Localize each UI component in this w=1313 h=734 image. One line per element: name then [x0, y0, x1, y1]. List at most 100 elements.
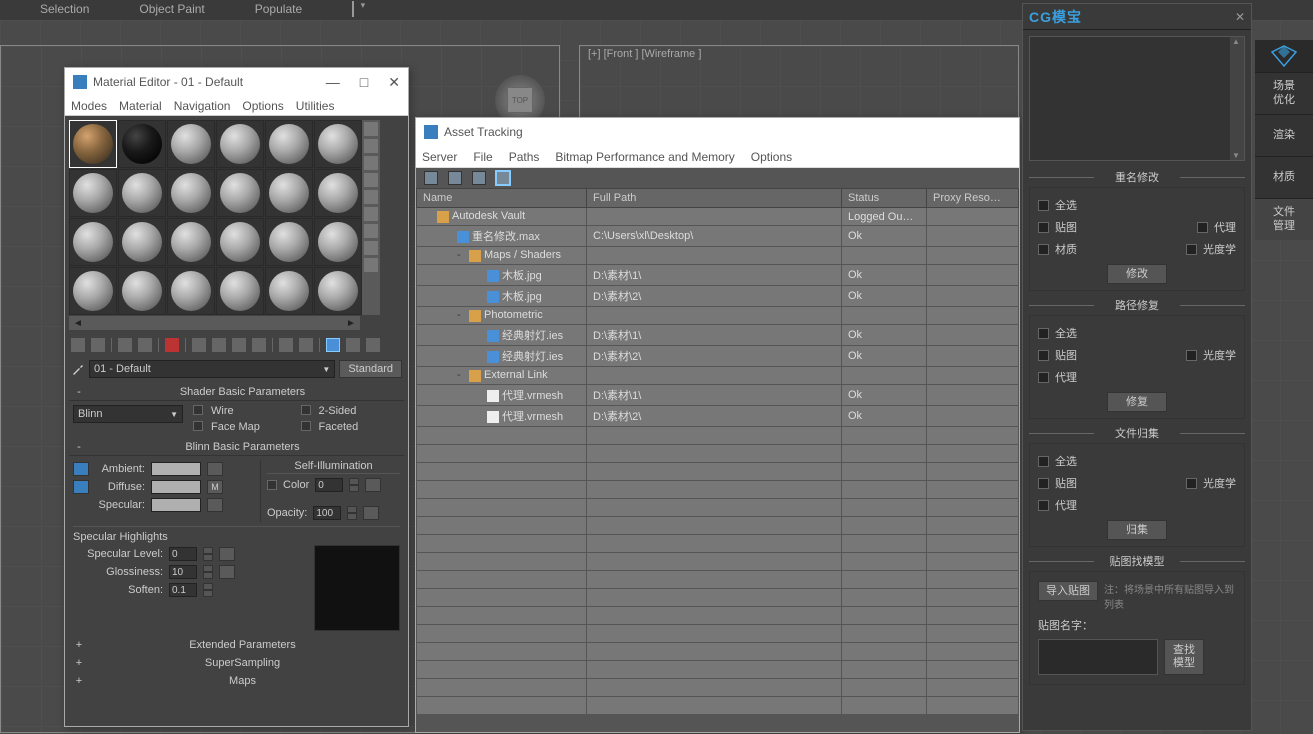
menu-options[interactable]: Options — [751, 150, 792, 164]
material-sample[interactable] — [314, 267, 362, 315]
material-sample[interactable] — [216, 169, 264, 217]
material-sample[interactable] — [216, 267, 264, 315]
get-material-icon[interactable] — [71, 338, 85, 352]
material-sample[interactable] — [167, 120, 215, 168]
cg-preview-scrollbar[interactable] — [1230, 37, 1244, 160]
diffuse-swatch[interactable] — [151, 480, 201, 494]
spinner-up[interactable] — [203, 547, 213, 554]
table-row[interactable]: -External Link — [417, 367, 1019, 385]
material-sample[interactable] — [265, 218, 313, 266]
eyedropper-icon[interactable] — [71, 362, 85, 376]
material-sample[interactable] — [216, 218, 264, 266]
spinner-down[interactable] — [203, 554, 213, 561]
spinner-up[interactable] — [347, 506, 357, 513]
rename-texture-checkbox[interactable] — [1038, 222, 1049, 233]
maps-rollout-header[interactable]: + Maps — [69, 673, 404, 689]
make-preview-icon[interactable] — [364, 207, 378, 221]
table-row[interactable]: -Maps / Shaders — [417, 247, 1019, 265]
make-unique-icon[interactable] — [212, 338, 226, 352]
material-type-button[interactable]: Standard — [339, 360, 402, 378]
import-texture-button[interactable]: 导入贴图 — [1038, 581, 1098, 601]
pathfix-all-checkbox[interactable] — [1038, 328, 1049, 339]
material-sample[interactable] — [216, 120, 264, 168]
go-to-parent-icon[interactable] — [326, 338, 340, 352]
table-row[interactable]: 木板.jpgD:\素材\1\Ok — [417, 265, 1019, 286]
rename-button[interactable]: 修改 — [1107, 264, 1167, 284]
material-id-icon[interactable] — [252, 338, 266, 352]
sample-type-icon[interactable] — [364, 122, 378, 136]
go-forward-icon[interactable] — [346, 338, 360, 352]
menu-modes[interactable]: Modes — [71, 99, 107, 113]
maximize-button[interactable]: □ — [360, 74, 368, 91]
col-name[interactable]: Name — [417, 189, 587, 208]
two-sided-checkbox[interactable] — [301, 405, 311, 415]
specular-map-button[interactable] — [207, 498, 223, 512]
table-row[interactable]: 代理.vrmeshD:\素材\2\Ok — [417, 406, 1019, 427]
supersampling-rollout-header[interactable]: + SuperSampling — [69, 655, 404, 671]
menu-options[interactable]: Options — [242, 99, 283, 113]
spinner-down[interactable] — [203, 572, 213, 579]
table-row[interactable]: 木板.jpgD:\素材\2\Ok — [417, 286, 1019, 307]
put-to-library-icon[interactable] — [232, 338, 246, 352]
material-sample[interactable] — [265, 267, 313, 315]
table-view-icon[interactable] — [496, 171, 510, 185]
extended-rollout-header[interactable]: + Extended Parameters — [69, 637, 404, 653]
material-sample[interactable] — [118, 267, 166, 315]
col-proxy[interactable]: Proxy Reso… — [927, 189, 1019, 208]
menu-navigation[interactable]: Navigation — [174, 99, 231, 113]
opacity-spinner[interactable]: 100 — [313, 506, 341, 520]
menu-populate[interactable]: Populate — [255, 2, 302, 16]
tab-render[interactable]: 渲染 — [1255, 114, 1313, 156]
material-map-nav-icon[interactable] — [364, 258, 378, 272]
uv-tiling-icon[interactable] — [364, 173, 378, 187]
show-end-result-icon[interactable] — [299, 338, 313, 352]
viewport-label[interactable]: [+] [Front ] [Wireframe ] — [588, 48, 701, 60]
menu-paths[interactable]: Paths — [509, 150, 540, 164]
material-sample[interactable] — [69, 267, 117, 315]
pathfix-texture-checkbox[interactable] — [1038, 350, 1049, 361]
plugin-logo-icon[interactable] — [1255, 40, 1313, 72]
list-view-icon[interactable] — [472, 171, 486, 185]
menu-server[interactable]: Server — [422, 150, 457, 164]
scroll-left-icon[interactable]: ◄ — [73, 318, 83, 329]
specular-level-spinner[interactable]: 0 — [169, 547, 197, 561]
specular-swatch[interactable] — [151, 498, 201, 512]
background-icon[interactable] — [364, 156, 378, 170]
table-row[interactable]: Autodesk VaultLogged Ou… — [417, 208, 1019, 226]
archive-button[interactable]: 归集 — [1107, 520, 1167, 540]
rename-material-checkbox[interactable] — [1038, 244, 1049, 255]
color-checkbox[interactable] — [267, 480, 277, 490]
table-row[interactable]: 经典射灯.iesD:\素材\2\Ok — [417, 346, 1019, 367]
material-sample[interactable] — [167, 169, 215, 217]
material-sample[interactable] — [69, 169, 117, 217]
refresh-icon[interactable] — [424, 171, 438, 185]
archive-all-checkbox[interactable] — [1038, 456, 1049, 467]
spinner-up[interactable] — [349, 478, 359, 485]
mail-icon[interactable] — [352, 2, 354, 16]
reset-map-icon[interactable] — [138, 338, 152, 352]
video-check-icon[interactable] — [364, 190, 378, 204]
shader-rollout-header[interactable]: - Shader Basic Parameters — [69, 384, 404, 400]
soften-spinner[interactable]: 0.1 — [169, 583, 197, 597]
menu-file[interactable]: File — [473, 150, 492, 164]
material-sample[interactable] — [118, 218, 166, 266]
material-sample-1[interactable] — [69, 120, 117, 168]
backlight-icon[interactable] — [364, 139, 378, 153]
wire-checkbox[interactable] — [193, 405, 203, 415]
table-row[interactable]: 经典射灯.iesD:\素材\1\Ok — [417, 325, 1019, 346]
shader-type-dropdown[interactable]: Blinn▼ — [73, 405, 183, 423]
close-button[interactable]: ✕ — [388, 74, 400, 91]
material-name-dropdown[interactable]: 01 - Default▼ — [89, 360, 335, 378]
self-illum-map-button[interactable] — [365, 478, 381, 492]
tab-material[interactable]: 材质 — [1255, 156, 1313, 198]
rename-photometric-checkbox[interactable] — [1186, 244, 1197, 255]
rename-all-checkbox[interactable] — [1038, 200, 1049, 211]
archive-photometric-checkbox[interactable] — [1186, 478, 1197, 489]
material-sample[interactable] — [167, 267, 215, 315]
glossiness-spinner[interactable]: 10 — [169, 565, 197, 579]
minimize-button[interactable]: — — [326, 74, 340, 91]
pathfix-proxy-checkbox[interactable] — [1038, 372, 1049, 383]
menu-utilities[interactable]: Utilities — [296, 99, 335, 113]
lock-diffuse-icon[interactable] — [73, 480, 89, 494]
menu-bitmap[interactable]: Bitmap Performance and Memory — [555, 150, 734, 164]
